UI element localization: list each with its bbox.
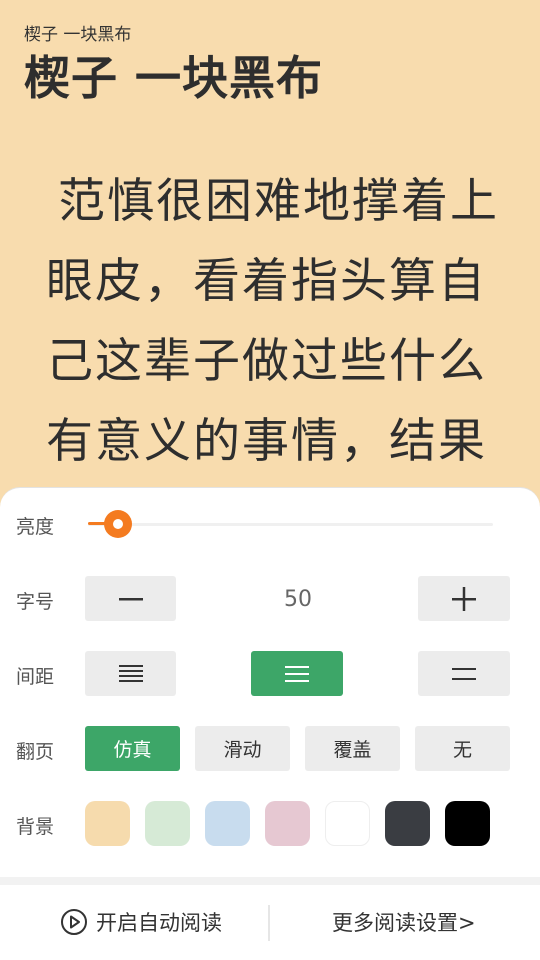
panel-divider <box>0 877 540 885</box>
background-swatch-dark-gray[interactable] <box>385 801 430 846</box>
background-swatch-green[interactable] <box>145 801 190 846</box>
wide-spacing-icon <box>452 667 476 680</box>
tight-spacing-icon <box>118 664 143 682</box>
auto-read-label: 开启自动阅读 <box>96 911 222 935</box>
medium-spacing-icon <box>285 665 309 682</box>
background-swatch-black[interactable] <box>445 801 490 846</box>
chapter-body-text: 范慎很困难地撑着上眼皮，看着指头算自己这辈子做过些什么有意义的事情，结果 <box>46 174 499 469</box>
background-swatch-white[interactable] <box>325 801 370 846</box>
plus-icon <box>452 586 476 611</box>
background-label: 背景 <box>16 816 55 838</box>
font-size-label: 字号 <box>16 591 55 613</box>
chapter-title: 楔子 一块黑布 <box>24 51 324 105</box>
page-turn-slide-button[interactable]: 滑动 <box>195 726 290 771</box>
minus-icon <box>118 597 143 600</box>
auto-read-button[interactable]: 开启自动阅读 <box>60 907 222 937</box>
font-size-value: 50 <box>284 587 312 612</box>
page-turn-none-button[interactable]: 无 <box>415 726 510 771</box>
reader-page[interactable]: 楔子 一块黑布 楔子 一块黑布 范慎很困难地撑着上眼皮，看着指头算自己这辈子做过… <box>0 0 540 500</box>
spacing-tight-button[interactable] <box>85 651 176 696</box>
play-circle-icon <box>61 909 87 935</box>
bottom-separator <box>268 905 270 941</box>
font-size-increase-button[interactable] <box>418 576 510 621</box>
spacing-label: 间距 <box>16 666 55 688</box>
brightness-slider-track[interactable] <box>88 523 493 526</box>
background-swatch-beige[interactable] <box>85 801 130 846</box>
background-swatch-blue[interactable] <box>205 801 250 846</box>
more-reading-settings-link[interactable]: 更多阅读设置> <box>332 907 476 937</box>
brightness-label: 亮度 <box>16 516 55 538</box>
page-turn-simulation-button[interactable]: 仿真 <box>85 726 180 771</box>
background-swatch-pink[interactable] <box>265 801 310 846</box>
spacing-wide-button[interactable] <box>418 651 510 696</box>
page-turn-cover-button[interactable]: 覆盖 <box>305 726 400 771</box>
spacing-medium-button[interactable] <box>251 651 343 696</box>
page-turn-label: 翻页 <box>16 741 55 763</box>
font-size-decrease-button[interactable] <box>85 576 176 621</box>
